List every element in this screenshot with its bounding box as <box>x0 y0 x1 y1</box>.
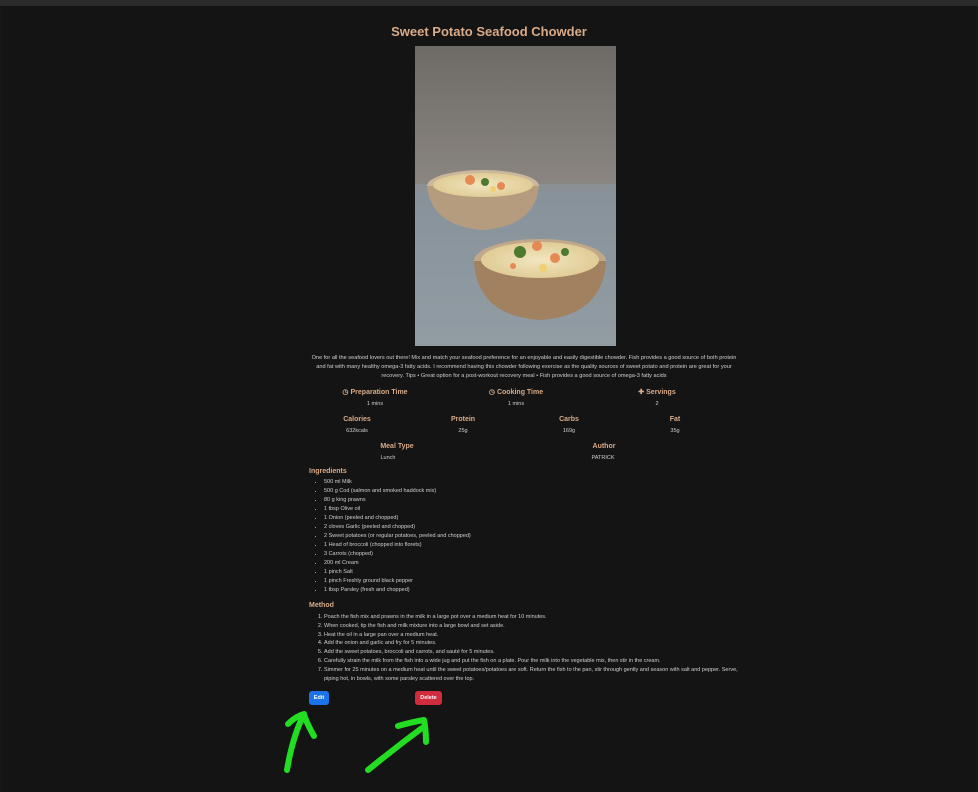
list-item: 1 Onion (peeled and chopped) <box>324 514 471 523</box>
list-item: 1 Head of broccoli (chopped into florets… <box>324 541 471 550</box>
list-item: Add the onion and garlic and fry for 5 m… <box>324 639 744 648</box>
list-item: When cooked, tip the fish and milk mixtu… <box>324 622 744 631</box>
clock-icon: ◷ <box>342 389 349 396</box>
utensils-icon: ✚ <box>638 389 645 396</box>
servings-value: 2 <box>655 401 659 407</box>
list-item: 1 tbsp Parsley (fresh and chopped) <box>324 586 471 595</box>
list-item: Simmer for 25 minutes on a medium heat u… <box>324 666 744 684</box>
list-item: 1 tbsp Olive oil <box>324 505 471 514</box>
list-item: 2 Sweet potatoes (or regular potatoes, p… <box>324 532 471 541</box>
list-item: 500 g Cod (salmon and smoked haddock mix… <box>324 487 471 496</box>
method-heading: Method <box>309 602 334 609</box>
clock-icon: ◷ <box>488 389 495 396</box>
ingredients-list: 500 ml Milk 500 g Cod (salmon and smoked… <box>316 478 471 595</box>
ingredients-heading: Ingredients <box>309 468 347 475</box>
list-item: 2 cloves Garlic (peeled and chopped) <box>324 523 471 532</box>
meal-type-label: Meal Type <box>380 443 414 450</box>
list-item: Heat the oil in a large pan over a mediu… <box>324 631 744 640</box>
servings-label: ✚ Servings <box>638 389 676 396</box>
protein-value: 25g <box>458 428 468 434</box>
prep-time-value: 1 mins <box>366 401 384 407</box>
list-item: Carefully strain the milk from the fish … <box>324 657 744 666</box>
list-item: Poach the fish mix and prawns in the mil… <box>324 613 744 622</box>
list-item: 500 ml Milk <box>324 478 471 487</box>
meal-type-value: Lunch <box>380 455 396 461</box>
arrow-to-edit <box>284 711 317 773</box>
carbs-label: Carbs <box>559 416 579 423</box>
cook-time-label: ◷ Cooking Time <box>488 389 544 396</box>
recipe-description: One for all the seafood lovers out there… <box>311 355 737 380</box>
list-item: 200 ml Cream <box>324 559 471 568</box>
list-item: 3 Carrots (chopped) <box>324 550 471 559</box>
recipe-photo <box>415 46 616 346</box>
method-list: Poach the fish mix and prawns in the mil… <box>316 613 744 683</box>
recipe-title: Sweet Potato Seafood Chowder <box>391 24 587 39</box>
list-item: Add the sweet potatoes, broccoli and car… <box>324 648 744 657</box>
fat-label: Fat <box>669 416 681 423</box>
cook-time-value: 1 mins <box>507 401 525 407</box>
fat-value: 35g <box>670 428 680 434</box>
author-label: Author <box>592 443 616 450</box>
list-item: 1 pinch Salt <box>324 568 471 577</box>
list-item: 80 g king prawns <box>324 496 471 505</box>
prep-time-label: ◷ Preparation Time <box>342 389 408 396</box>
author-value: PATRICK <box>591 455 615 461</box>
calories-label: Calories <box>343 416 371 423</box>
list-item: 1 pinch Freshly ground black pepper <box>324 577 471 586</box>
annotation-arrows <box>284 711 429 773</box>
calories-value: 632kcals <box>346 428 368 434</box>
arrow-to-delete <box>365 717 429 773</box>
carbs-value: 169g <box>562 428 576 434</box>
protein-label: Protein <box>450 416 476 423</box>
